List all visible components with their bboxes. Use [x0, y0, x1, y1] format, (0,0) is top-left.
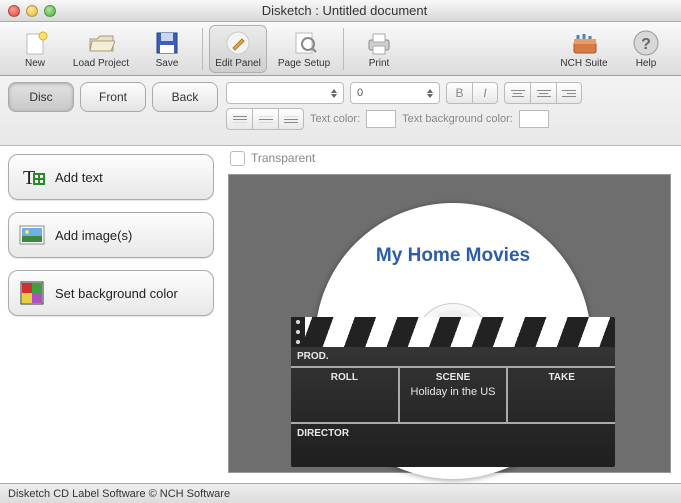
font-size-stepper[interactable]: 0: [350, 82, 440, 104]
clapper-stripes: [291, 317, 615, 347]
new-document-icon: [21, 29, 49, 57]
transparent-label: Transparent: [251, 151, 315, 165]
edit-panel: T Add text Add image(s) Set background c…: [0, 146, 222, 483]
nch-suite-button[interactable]: NCH Suite: [555, 25, 613, 73]
svg-text:?: ?: [641, 36, 651, 53]
text-color-label: Text color:: [310, 113, 360, 125]
floppy-disk-icon: [153, 29, 181, 57]
clapper-scene-label: SCENE: [436, 372, 470, 383]
help-icon: ?: [632, 29, 660, 57]
text-bg-color-label: Text background color:: [402, 113, 513, 125]
transparent-checkbox[interactable]: [230, 151, 245, 166]
status-text: Disketch CD Label Software © NCH Softwar…: [8, 488, 230, 500]
window-titlebar: Disketch : Untitled document: [0, 0, 681, 22]
clapper-prod-label: PROD.: [291, 347, 615, 366]
printer-icon: [365, 29, 393, 57]
clapper-take-label: TAKE: [508, 368, 615, 422]
pencil-circle-icon: [224, 29, 252, 57]
stepper-icon: [427, 89, 433, 98]
window-title: Disketch : Untitled document: [16, 3, 673, 18]
clapper-hinge: [291, 317, 305, 347]
status-bar: Disketch CD Label Software © NCH Softwar…: [0, 483, 681, 503]
bold-button[interactable]: B: [446, 82, 472, 104]
italic-button[interactable]: I: [472, 82, 498, 104]
help-button[interactable]: ? Help: [617, 25, 675, 73]
main-toolbar: New Load Project Save Edit Panel Page Se…: [0, 22, 681, 76]
tab-back[interactable]: Back: [152, 82, 218, 112]
align-right-button[interactable]: [556, 82, 582, 104]
design-canvas[interactable]: My Home Movies PROD. ROLL SCENE Holiday i…: [228, 174, 671, 473]
align-left-button[interactable]: [504, 82, 530, 104]
save-button[interactable]: Save: [138, 25, 196, 73]
valign-top-button[interactable]: [226, 108, 252, 130]
toolbar-separator: [202, 28, 203, 70]
clapperboard-image[interactable]: PROD. ROLL SCENE Holiday in the US TAKE D…: [291, 317, 615, 467]
valign-bottom-button[interactable]: [278, 108, 304, 130]
color-grid-icon: [19, 280, 45, 306]
edit-panel-button[interactable]: Edit Panel: [209, 25, 267, 73]
set-background-color-button[interactable]: Set background color: [8, 270, 214, 316]
toolbox-icon: [570, 29, 598, 57]
add-text-button[interactable]: T Add text: [8, 154, 214, 200]
stepper-icon: [331, 89, 337, 98]
text-color-swatch[interactable]: [366, 110, 396, 128]
font-family-select[interactable]: [226, 82, 344, 104]
clapper-scene-value: Holiday in the US: [411, 386, 496, 398]
new-button[interactable]: New: [6, 25, 64, 73]
clapper-roll-label: ROLL: [291, 368, 400, 422]
load-project-button[interactable]: Load Project: [68, 25, 134, 73]
tab-front[interactable]: Front: [80, 82, 146, 112]
view-tabs: Disc Front Back: [8, 82, 218, 141]
print-button[interactable]: Print: [350, 25, 408, 73]
text-bg-color-swatch[interactable]: [519, 110, 549, 128]
clapper-director-label: DIRECTOR: [291, 424, 615, 443]
disc-title-text[interactable]: My Home Movies: [315, 245, 591, 267]
page-setup-button[interactable]: Page Setup: [271, 25, 337, 73]
page-magnifier-icon: [290, 29, 318, 57]
align-center-button[interactable]: [530, 82, 556, 104]
valign-middle-button[interactable]: [252, 108, 278, 130]
add-text-icon: T: [19, 164, 45, 190]
format-bar: Disc Front Back 0 B I: [0, 76, 681, 146]
toolbar-separator: [343, 28, 344, 70]
picture-icon: [19, 222, 45, 248]
add-images-button[interactable]: Add image(s): [8, 212, 214, 258]
tab-disc[interactable]: Disc: [8, 82, 74, 112]
folder-open-icon: [87, 29, 115, 57]
